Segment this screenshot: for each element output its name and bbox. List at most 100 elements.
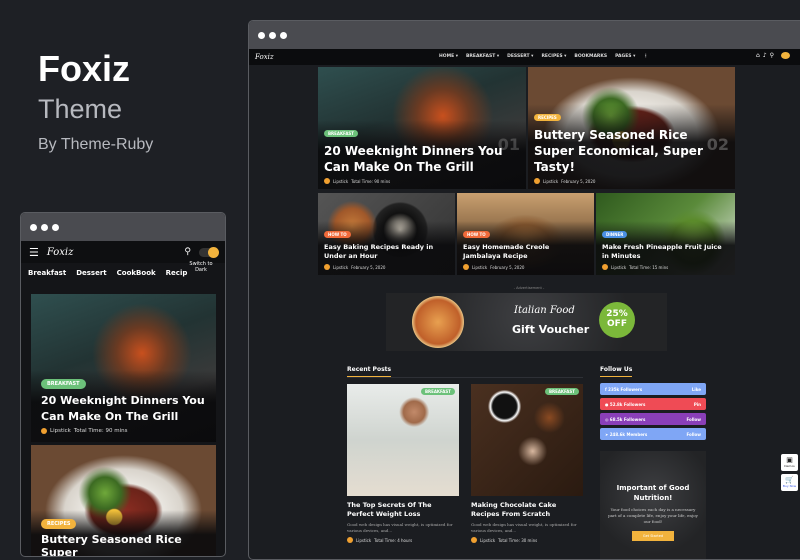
post-title[interactable]: Buttery Seasoned Rice Super	[41, 533, 206, 556]
follow-telegram[interactable]: ➤ 248.6k Members Follow	[600, 428, 706, 440]
post-author[interactable]: Lipstick	[50, 428, 71, 434]
ad-line1: Italian Food	[514, 305, 575, 316]
search-icon[interactable]: ⚲	[184, 247, 191, 257]
post-author[interactable]: Lipstick	[356, 538, 371, 543]
get-started-button[interactable]: Get Started	[632, 531, 674, 541]
cart-icon[interactable]: ⌂	[756, 52, 760, 59]
post-author[interactable]: Lipstick	[480, 538, 495, 543]
pinterest-icon: ●	[605, 401, 609, 407]
post-meta: February 5, 2020	[351, 264, 386, 270]
post-title[interactable]: 20 Weeknight Dinners You Can Make On The…	[324, 143, 520, 175]
menu-icon[interactable]: ☰	[29, 246, 39, 259]
hero-post-card[interactable]: Breakfast 20 Weeknight Dinners You Can M…	[318, 67, 526, 189]
nav-more[interactable]: ⋮	[643, 54, 648, 59]
post-meta: Total Time: 30 mins	[498, 537, 538, 543]
category-badge[interactable]: Dinner	[602, 231, 628, 238]
follow-count: 52.8k Followers	[609, 401, 646, 407]
post-title[interactable]: Buttery Seasoned Rice Super Economical, …	[534, 127, 729, 175]
recent-posts-heading: Recent Posts	[347, 366, 392, 377]
post-author[interactable]: Lipstick	[611, 265, 626, 270]
telegram-icon: ➤	[605, 431, 609, 437]
follow-pinterest[interactable]: ● 52.8k Followers Pin	[600, 398, 706, 410]
promo-text: Your food choices each day is a necessar…	[608, 507, 698, 524]
follow-count: 68.5k Followers	[609, 416, 646, 422]
mobile-cat-recipes[interactable]: Recip	[166, 269, 188, 277]
small-post-card[interactable]: Dinner Make Fresh Pineapple Fruit Juice …	[596, 193, 735, 275]
nav-dessert[interactable]: DESSERT ▾	[507, 54, 533, 59]
mobile-cat-breakfast[interactable]: Breakfast	[28, 269, 66, 277]
category-badge[interactable]: Breakfast	[324, 130, 359, 137]
mobile-cat-dessert[interactable]: Dessert	[76, 269, 106, 277]
post-number: 02	[706, 135, 729, 154]
brand-title: Foxiz	[38, 48, 131, 89]
nav-pages[interactable]: PAGES ▾	[615, 54, 635, 59]
hero-post-card[interactable]: Recipes Buttery Seasoned Rice Super Econ…	[528, 67, 735, 189]
window-titlebar	[21, 213, 225, 241]
ad-banner[interactable]: Italian Food Gift Voucher 25% OFF	[386, 293, 667, 351]
category-badge[interactable]: Breakfast	[544, 388, 579, 395]
notification-icon[interactable]: ♪	[763, 52, 767, 59]
post-meta: Total Time: 4 hours	[374, 537, 413, 543]
cart-icon: 🛒	[785, 476, 794, 484]
category-badge[interactable]: Breakfast	[41, 379, 86, 389]
post-title[interactable]: Make Fresh Pineapple Fruit Juice in Minu…	[602, 243, 729, 261]
small-post-card[interactable]: How To Easy Baking Recipes Ready in Unde…	[318, 193, 455, 275]
avatar	[534, 178, 540, 184]
nav-bookmarks[interactable]: BOOKMARKS	[574, 54, 607, 59]
post-author[interactable]: Lipstick	[543, 179, 558, 184]
avatar	[324, 264, 330, 270]
ad-label: - Advertisement -	[513, 286, 545, 290]
follow-count: 248.6k Members	[609, 431, 648, 437]
nav-recipes[interactable]: RECIPES ▾	[541, 54, 566, 59]
category-badge[interactable]: How To	[324, 231, 351, 238]
post-author[interactable]: Lipstick	[333, 265, 348, 270]
post-title[interactable]: 20 Weeknight Dinners You Can Make On The…	[41, 393, 206, 425]
avatar	[471, 537, 477, 543]
site-logo[interactable]: Foxiz	[47, 247, 74, 258]
post-meta: February 5, 2020	[561, 178, 596, 184]
avatar	[347, 537, 353, 543]
mobile-post-card[interactable]: Recipes Buttery Seasoned Rice Super	[31, 445, 216, 556]
dark-mode-toggle[interactable]	[199, 246, 219, 258]
follow-action: Pin	[693, 401, 701, 407]
post-meta: Total Time: 90 mins	[351, 178, 391, 184]
category-badge[interactable]: How To	[463, 231, 490, 238]
post-image[interactable]: Breakfast	[347, 384, 459, 496]
buy-now-button[interactable]: 🛒 Buy Now	[781, 474, 798, 491]
follow-list: f 235k Followers Like ● 52.8k Followers Pi…	[600, 383, 706, 443]
avatar	[602, 264, 608, 270]
mobile-cat-cookbook[interactable]: CookBook	[117, 269, 156, 277]
search-icon[interactable]: ⚲	[770, 52, 774, 59]
category-badge[interactable]: Recipes	[41, 519, 77, 529]
dark-mode-tooltip: Switch to Dark	[189, 261, 213, 273]
dark-mode-toggle[interactable]	[781, 52, 791, 59]
post-number: 01	[497, 135, 520, 154]
post-image[interactable]: Breakfast	[471, 384, 583, 496]
post-author[interactable]: Lipstick	[333, 179, 348, 184]
follow-count: 235k Followers	[608, 386, 643, 392]
nav-home[interactable]: HOME ▾	[439, 54, 458, 59]
post-time: Total Time: 90 mins	[73, 428, 128, 434]
post-author[interactable]: Lipstick	[472, 265, 487, 270]
recent-post-card[interactable]: Breakfast The Top Secrets Of The Perfect…	[347, 384, 459, 543]
nav-breakfast[interactable]: BREAKFAST ▾	[466, 54, 499, 59]
brand-subtitle: Theme	[38, 94, 123, 124]
recent-post-card[interactable]: Breakfast Making Chocolate Cake Recipes …	[471, 384, 583, 543]
ad-discount: 25% OFF	[599, 302, 635, 338]
follow-instagram[interactable]: ◎ 68.5k Followers Follow	[600, 413, 706, 425]
post-title[interactable]: Easy Homemade Creole Jambalaya Recipe	[463, 243, 588, 261]
demos-label: Demos	[784, 464, 795, 468]
post-title[interactable]: Making Chocolate Cake Recipes From Scrat…	[471, 501, 583, 519]
post-title[interactable]: Easy Baking Recipes Ready in Under an Ho…	[324, 243, 449, 261]
nutrition-promo: Important of Good Nutrition! Your food c…	[600, 451, 706, 559]
category-badge[interactable]: Recipes	[534, 114, 561, 121]
post-title[interactable]: The Top Secrets Of The Perfect Weight Lo…	[347, 501, 459, 519]
mobile-post-card[interactable]: Breakfast 20 Weeknight Dinners You Can M…	[31, 294, 216, 442]
small-post-card[interactable]: How To Easy Homemade Creole Jambalaya Re…	[457, 193, 594, 275]
follow-action: Follow	[686, 431, 701, 437]
demos-button[interactable]: ▣ Demos	[781, 454, 798, 471]
site-logo[interactable]: Foxiz	[255, 53, 274, 61]
category-badge[interactable]: Breakfast	[420, 388, 455, 395]
follow-facebook[interactable]: f 235k Followers Like	[600, 383, 706, 395]
follow-action: Like	[691, 386, 701, 392]
